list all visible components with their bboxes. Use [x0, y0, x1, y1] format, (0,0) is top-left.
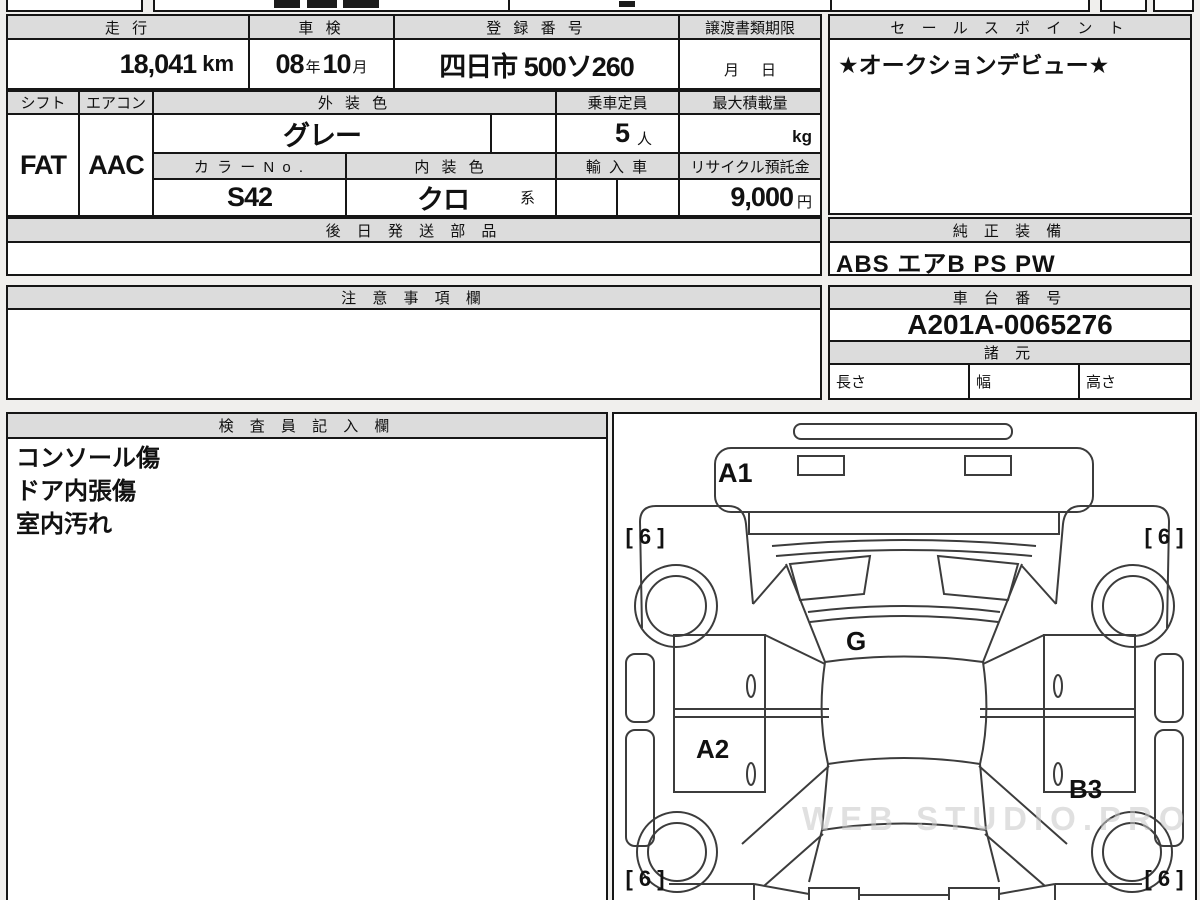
chassis-box: 車 台 番 号 A201A-0065276 諸 元 長さ 幅 高さ — [828, 285, 1192, 400]
length-cell: 長さ — [830, 365, 970, 398]
transfer-day-label: 日 — [760, 62, 776, 79]
capacity-unit: 人 — [636, 131, 652, 148]
registration-value: 四日市 500ソ260 — [395, 40, 680, 90]
later-parts-value — [8, 243, 820, 274]
registration-header: 登 録 番 号 — [395, 16, 680, 40]
capacity-header: 乗車定員 — [557, 92, 680, 115]
inspector-note-line: コンソール傷 — [16, 445, 160, 472]
shaken-header: 車 検 — [250, 16, 395, 40]
max-load-value: kg — [680, 115, 820, 154]
import-value-left — [557, 180, 618, 215]
later-parts-header: 後 日 発 送 部 品 — [8, 219, 820, 243]
spec-table: シフト エアコン 外 装 色 乗車定員 最大積載量 FAT AAC グレー 5 … — [6, 90, 822, 217]
max-load-header: 最大積載量 — [680, 92, 820, 115]
damage-mark-b3: B3 — [1069, 774, 1103, 804]
inspector-note-line: 室内汚れ — [16, 511, 112, 538]
chassis-header: 車 台 番 号 — [830, 287, 1190, 310]
interior-color-header: 内 装 色 — [347, 154, 557, 180]
chassis-value: A201A-0065276 — [830, 309, 1190, 342]
inspector-header: 検 査 員 記 入 欄 — [8, 414, 606, 439]
capacity-number: 5 — [614, 118, 630, 148]
mileage-number: 18,041 — [119, 48, 198, 79]
transfer-month-label: 月 — [723, 62, 739, 79]
sales-point-value: ★オークションデビュー★ — [838, 52, 1110, 78]
transfer-value: 月 日 — [680, 40, 820, 90]
exterior-color-header: 外 装 色 — [154, 92, 557, 115]
color-no-header: カ ラ ー N o . — [154, 154, 347, 180]
shaken-year: 08 — [275, 49, 304, 79]
height-label: 高さ — [1086, 374, 1117, 391]
color-no-value: S42 — [154, 180, 347, 215]
mileage-unit: km — [202, 51, 234, 76]
import-header: 輸 入 車 — [557, 154, 680, 180]
shaken-year-unit: 年 — [305, 59, 321, 76]
shift-value: FAT — [8, 115, 80, 215]
cutoff-cell — [1100, 0, 1147, 12]
cutoff-divider — [508, 0, 510, 10]
cutoff-cell — [153, 0, 1090, 12]
width-label: 幅 — [976, 374, 992, 391]
aircon-value: AAC — [80, 115, 154, 215]
length-label: 長さ — [836, 374, 867, 391]
recycle-header: リサイクル預託金 — [680, 154, 820, 180]
equipment-box: 純 正 装 備 ABS エアB PS PW — [828, 217, 1192, 278]
width-cell: 幅 — [970, 365, 1080, 398]
recycle-number: 9,000 — [730, 182, 794, 212]
mileage-value: 18,041 km — [8, 40, 250, 90]
damage-mark-a1: A1 — [718, 458, 753, 488]
equipment-header: 純 正 装 備 — [830, 219, 1190, 243]
interior-color-name: クロ — [417, 185, 470, 215]
auction-sheet: 走 行 車 検 登 録 番 号 譲渡書類期限 18,041 km 08 年 10… — [0, 0, 1200, 900]
damage-mark-g: G — [846, 626, 867, 656]
notes-header: 注 意 事 項 欄 — [8, 287, 820, 310]
cutoff-text-fragment — [619, 1, 635, 7]
cutoff-text-fragment — [307, 0, 337, 8]
car-diagram-box: WEB STUDIO.PRO A1 G A2 B3 [ 6 ] [ 6 ] [ … — [612, 412, 1197, 900]
notes-table: 注 意 事 項 欄 — [6, 285, 822, 400]
equipment-value: ABS エアB PS PW — [836, 251, 1056, 278]
max-load-unit: kg — [792, 127, 812, 146]
shaken-value: 08 年 10 月 — [250, 40, 395, 90]
inspector-notes: コンソール傷 ドア内張傷 室内汚れ — [8, 439, 606, 899]
shaken-month: 10 — [322, 49, 352, 79]
cutoff-text-fragment — [343, 0, 379, 8]
cutoff-divider — [830, 0, 832, 10]
sales-point-header: セ ー ル ス ポ イ ン ト — [830, 16, 1190, 40]
recycle-unit: 円 — [796, 194, 812, 211]
recycle-value: 9,000 円 — [680, 180, 820, 215]
shaken-month-unit: 月 — [352, 59, 368, 76]
top-info-table: 走 行 車 検 登 録 番 号 譲渡書類期限 18,041 km 08 年 10… — [6, 14, 822, 92]
dimensions-header: 諸 元 — [830, 342, 1190, 365]
damage-mark-a2: A2 — [696, 734, 730, 764]
transfer-header: 譲渡書類期限 — [680, 16, 820, 40]
corner-mark-bottom-right: [ 6 ] — [1144, 866, 1184, 891]
sales-point-box: セ ー ル ス ポ イ ン ト ★オークションデビュー★ — [828, 14, 1192, 215]
watermark: WEB STUDIO.PRO — [802, 800, 1192, 837]
corner-mark-bottom-left: [ 6 ] — [625, 866, 665, 891]
capacity-value: 5 人 — [557, 115, 680, 154]
interior-color-suffix: 系 — [519, 190, 535, 207]
exterior-color-value: グレー — [154, 115, 492, 154]
mileage-header: 走 行 — [8, 16, 250, 40]
notes-value — [8, 310, 820, 398]
corner-mark-top-right: [ 6 ] — [1144, 524, 1184, 549]
import-value-right — [618, 180, 680, 215]
exterior-color-code — [492, 115, 557, 154]
corner-mark-top-left: [ 6 ] — [625, 524, 665, 549]
height-cell: 高さ — [1080, 365, 1190, 398]
interior-color-value: クロ 系 — [347, 180, 557, 215]
cutoff-cell — [6, 0, 143, 12]
cutoff-text-fragment — [274, 0, 300, 8]
inspector-note-line: ドア内張傷 — [16, 478, 136, 505]
aircon-header: エアコン — [80, 92, 154, 115]
inspector-box: 検 査 員 記 入 欄 コンソール傷 ドア内張傷 室内汚れ — [6, 412, 608, 900]
shift-header: シフト — [8, 92, 80, 115]
cutoff-cell — [1153, 0, 1194, 12]
later-parts-table: 後 日 発 送 部 品 — [6, 217, 822, 276]
